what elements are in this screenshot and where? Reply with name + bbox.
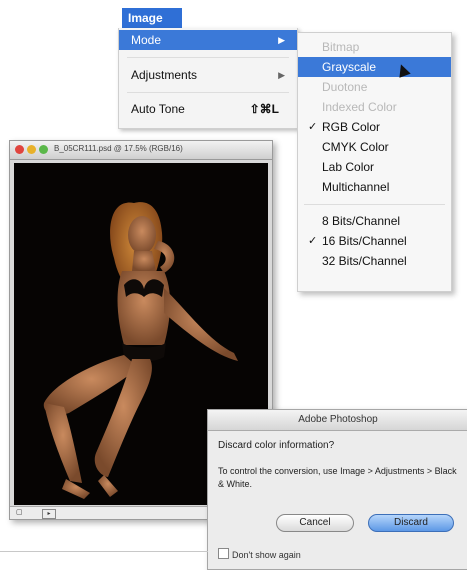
mode-item-label: Duotone [322,80,368,94]
document-titlebar[interactable]: B_05CR111.psd @ 17.5% (RGB/16) [10,141,272,160]
mode-item-16-bits[interactable]: ✓ 16 Bits/Channel [298,231,451,251]
image-menu: Mode ▶ Adjustments ▶ Auto Tone ⇧⌘L [118,28,298,129]
minimize-window-button[interactable] [27,145,36,154]
menu-separator [127,92,289,93]
close-window-button[interactable] [15,145,24,154]
status-menu-button[interactable]: ▸ [42,509,56,519]
mode-item-label: Lab Color [322,160,375,174]
zoom-window-button[interactable] [39,145,48,154]
menu-item-adjustments[interactable]: Adjustments ▶ [119,65,297,85]
discard-color-dialog: Adobe Photoshop Discard color informatio… [207,409,467,570]
auto-tone-shortcut: ⇧⌘L [249,102,279,116]
dont-show-again-row[interactable]: Don't show again [218,548,301,560]
menu-item-auto-tone-label: Auto Tone [131,102,185,116]
mode-item-label: Bitmap [322,40,360,54]
discard-button[interactable]: Discard [368,514,454,532]
mode-item-cmyk-color[interactable]: CMYK Color [298,137,451,157]
mode-item-label: CMYK Color [322,140,389,154]
mode-item-label: 16 Bits/Channel [322,234,407,248]
mode-item-lab-color[interactable]: Lab Color [298,157,451,177]
menu-item-auto-tone[interactable]: Auto Tone ⇧⌘L [119,99,297,119]
dialog-question: Discard color information? [218,440,335,451]
mode-item-label: 32 Bits/Channel [322,254,407,268]
mode-item-grayscale[interactable]: Grayscale [298,57,451,77]
dont-show-again-label: Don't show again [232,550,301,560]
dialog-message: To control the conversion, use Image > A… [218,466,457,489]
dialog-titlebar: Adobe Photoshop [208,410,467,431]
mode-item-indexed-color: Indexed Color [298,97,451,117]
mode-item-label: 8 Bits/Channel [322,214,401,228]
dont-show-again-checkbox[interactable] [218,548,229,559]
mode-item-label: Indexed Color [322,100,397,114]
mode-item-32-bits[interactable]: 32 Bits/Channel [298,251,451,271]
checkmark-icon: ✓ [308,235,318,247]
menu-item-mode[interactable]: Mode ▶ [119,30,297,50]
cancel-button[interactable]: Cancel [276,514,354,532]
mode-item-bitmap: Bitmap [298,37,451,57]
menu-separator [127,57,289,58]
menu-separator [304,204,445,205]
mode-item-label: Multichannel [322,180,390,194]
mode-item-8-bits[interactable]: 8 Bits/Channel [298,211,451,231]
mode-submenu: Bitmap Grayscale Duotone Indexed Color ✓… [297,32,452,292]
submenu-arrow-icon: ▶ [278,70,285,80]
menu-item-adjustments-label: Adjustments [131,68,198,82]
mode-item-multichannel[interactable]: Multichannel [298,177,451,197]
mode-item-label: Grayscale [322,60,377,74]
image-menu-title[interactable]: Image [122,8,182,28]
checkmark-icon: ✓ [308,121,318,133]
document-title: B_05CR111.psd @ 17.5% (RGB/16) [54,144,183,153]
menu-item-mode-label: Mode [131,33,162,47]
mode-item-label: RGB Color [322,120,381,134]
mode-item-duotone: Duotone [298,77,451,97]
submenu-arrow-icon: ▶ [278,35,285,45]
divider [0,551,208,552]
zoom-level-field[interactable]: ▢ [16,507,23,519]
mode-item-rgb-color[interactable]: ✓ RGB Color [298,117,451,137]
